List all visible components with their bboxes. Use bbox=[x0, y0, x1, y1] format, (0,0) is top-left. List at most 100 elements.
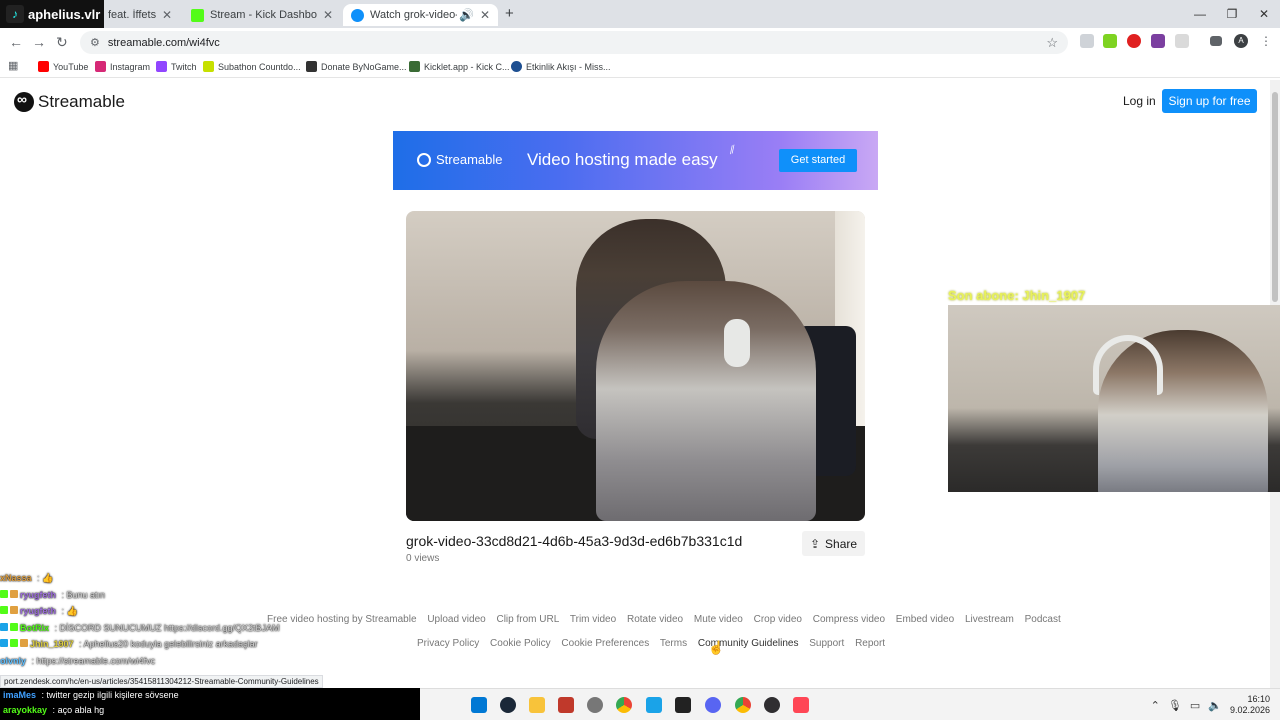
bookmark-youtube[interactable]: YouTube bbox=[38, 61, 88, 72]
bookmark-instagram[interactable]: Instagram bbox=[95, 61, 150, 72]
signup-button[interactable]: Sign up for free bbox=[1162, 89, 1257, 113]
footer-link-embed[interactable]: Embed video bbox=[896, 614, 954, 625]
footer-link-cookie-policy[interactable]: Cookie Policy bbox=[490, 638, 551, 649]
microphone-icon[interactable]: 🎙 bbox=[1168, 699, 1182, 712]
scrollbar-thumb[interactable] bbox=[1272, 92, 1278, 302]
window-controls: — ❐ ✕ bbox=[1184, 0, 1280, 28]
bookmark-star-icon[interactable]: ☆ bbox=[1046, 35, 1058, 51]
forward-icon[interactable]: → bbox=[32, 33, 46, 51]
new-tab-button[interactable]: + bbox=[505, 5, 514, 22]
speaker-icon[interactable]: 🔊 bbox=[459, 8, 474, 22]
bookmark-label: Instagram bbox=[110, 61, 151, 72]
streamable-logo-icon bbox=[417, 152, 431, 167]
profile-avatar[interactable]: A bbox=[1234, 34, 1248, 48]
bookmark-bynogame[interactable]: Donate ByNoGame... bbox=[306, 61, 407, 72]
extension-opera-icon[interactable] bbox=[1127, 34, 1141, 48]
extensions-puzzle-icon[interactable] bbox=[1175, 34, 1189, 48]
volume-icon[interactable]: 🔈 bbox=[1208, 699, 1222, 712]
dark-app-icon[interactable] bbox=[675, 697, 691, 713]
get-started-button[interactable]: Get started bbox=[779, 149, 857, 172]
tab-strip: feat. İffetsiz Um ✕ Stream - Kick Dashbo… bbox=[0, 0, 1280, 28]
close-icon[interactable]: ✕ bbox=[162, 8, 172, 22]
chrome-active-icon[interactable] bbox=[735, 697, 751, 713]
bookmark-etkinlik[interactable]: Etkinlik Akışı - Miss... bbox=[511, 61, 611, 72]
footer-link-trim[interactable]: Trim video bbox=[570, 614, 616, 625]
login-link[interactable]: Log in bbox=[1123, 94, 1156, 108]
emote-icon: 👍 bbox=[66, 606, 78, 616]
bookmark-twitch[interactable]: Twitch bbox=[156, 61, 197, 72]
discord-icon[interactable] bbox=[705, 697, 721, 713]
steam-icon[interactable] bbox=[500, 697, 516, 713]
footer-link-rotate[interactable]: Rotate video bbox=[627, 614, 683, 625]
footer-link-upload[interactable]: Upload video bbox=[427, 614, 485, 625]
footer-link-podcast[interactable]: Podcast bbox=[1025, 614, 1061, 625]
footer-link-support[interactable]: Support bbox=[809, 638, 844, 649]
footer-link-terms[interactable]: Terms bbox=[660, 638, 687, 649]
badge-icon bbox=[10, 606, 18, 614]
tab-streamable[interactable]: Watch grok-video-33cd8d 🔊 ✕ bbox=[343, 4, 498, 26]
close-icon[interactable]: ✕ bbox=[323, 8, 333, 22]
last-subscriber-alert: Son abone: Jhin_1907 bbox=[948, 288, 1086, 303]
apps-grid-icon[interactable]: ▦ bbox=[8, 59, 18, 72]
clock[interactable]: 16:10 9.02.2026 bbox=[1230, 694, 1280, 716]
media-control-icon[interactable] bbox=[1210, 36, 1222, 46]
blue-app-icon[interactable] bbox=[646, 697, 662, 713]
menu-icon[interactable]: ⋮ bbox=[1260, 34, 1272, 48]
chat-message: Aphelius20 koduyla gelebilirsiniz arkada… bbox=[83, 639, 258, 649]
chat-line: xNassa : 👍 bbox=[0, 570, 290, 587]
obs-icon[interactable] bbox=[764, 697, 780, 713]
bookmark-label: Twitch bbox=[171, 61, 197, 72]
chevron-up-icon[interactable]: ⌃ bbox=[1151, 699, 1160, 712]
chat-message: https://streamable.com/wi4fvc bbox=[36, 655, 156, 666]
chat-line: Jhin_1907 : Aphelius20 koduyla gelebilir… bbox=[0, 636, 290, 653]
bookmark-kicklet[interactable]: Kicklet.app - Kick C... bbox=[409, 61, 510, 72]
link-status-bubble: port.zendesk.com/hc/en-us/articles/35415… bbox=[0, 675, 323, 688]
tiktok-overlay: ♪ aphelius.vlr bbox=[0, 0, 104, 28]
valorant-icon[interactable] bbox=[793, 697, 809, 713]
close-window-icon[interactable]: ✕ bbox=[1248, 0, 1280, 28]
windows-taskbar: ⌃ 🎙 ▭ 🔈 16:10 9.02.2026 bbox=[420, 688, 1280, 720]
site-info-icon[interactable]: ⚙ bbox=[90, 36, 100, 49]
footer-link-compress[interactable]: Compress video bbox=[813, 614, 885, 625]
address-bar[interactable]: ⚙ streamable.com/wi4fvc ☆ bbox=[80, 31, 1068, 54]
reload-icon[interactable]: ↻ bbox=[56, 33, 68, 51]
game-app-icon[interactable] bbox=[587, 697, 603, 713]
footer-links-secondary: Privacy Policy Cookie Policy Cookie Pref… bbox=[417, 638, 893, 649]
close-icon[interactable]: ✕ bbox=[480, 8, 490, 22]
chat-username: imaMes bbox=[3, 690, 37, 700]
footer-link-clip[interactable]: Clip from URL bbox=[496, 614, 559, 625]
badge-icon bbox=[20, 639, 28, 647]
back-icon[interactable]: ← bbox=[9, 33, 23, 51]
footer-link-cookie-preferences[interactable]: Cookie Preferences bbox=[561, 638, 649, 649]
restore-icon[interactable]: ❐ bbox=[1216, 0, 1248, 28]
windows-start-icon[interactable] bbox=[471, 697, 487, 713]
chat-separator: : bbox=[50, 705, 58, 715]
video-frame-person bbox=[596, 281, 816, 521]
minimize-icon[interactable]: — bbox=[1184, 0, 1216, 28]
footer-link-mute[interactable]: Mute video bbox=[694, 614, 743, 625]
footer-link-crop[interactable]: Crop video bbox=[754, 614, 802, 625]
footer-link-livestream[interactable]: Livestream bbox=[965, 614, 1014, 625]
tab-kick-dashboard[interactable]: Stream - Kick Dashboard ✕ bbox=[183, 4, 341, 26]
display-icon[interactable]: ▭ bbox=[1190, 699, 1200, 712]
media-app-icon[interactable] bbox=[558, 697, 574, 713]
footer-link-privacy[interactable]: Privacy Policy bbox=[417, 638, 479, 649]
chrome-icon[interactable] bbox=[616, 697, 632, 713]
chat-line: BotRix : DİSCORD SUNUCUMUZ https://disco… bbox=[0, 620, 290, 637]
tab-label: Stream - Kick Dashboard bbox=[210, 9, 317, 21]
extension-shield-icon[interactable] bbox=[1080, 34, 1094, 48]
chat-separator: : bbox=[59, 606, 67, 616]
footer-link-report[interactable]: Report bbox=[855, 638, 885, 649]
chat-username: arayokkay bbox=[3, 705, 48, 715]
file-explorer-icon[interactable] bbox=[529, 697, 545, 713]
instagram-icon bbox=[95, 61, 106, 72]
extension-twitch-icon[interactable] bbox=[1151, 34, 1165, 48]
streamable-logo[interactable]: Streamable bbox=[14, 91, 125, 112]
share-button[interactable]: ⇪ Share bbox=[802, 531, 865, 556]
bookmark-subathon[interactable]: Subathon Countdo... bbox=[203, 61, 301, 72]
ad-banner[interactable]: Streamable Video hosting made easy ⁄⁄ Ge… bbox=[393, 131, 878, 190]
extension-battery-icon[interactable] bbox=[1103, 34, 1117, 48]
video-player[interactable] bbox=[406, 211, 865, 521]
badge-icon bbox=[10, 589, 18, 598]
tab-music[interactable]: feat. İffetsiz Um ✕ bbox=[100, 4, 180, 26]
